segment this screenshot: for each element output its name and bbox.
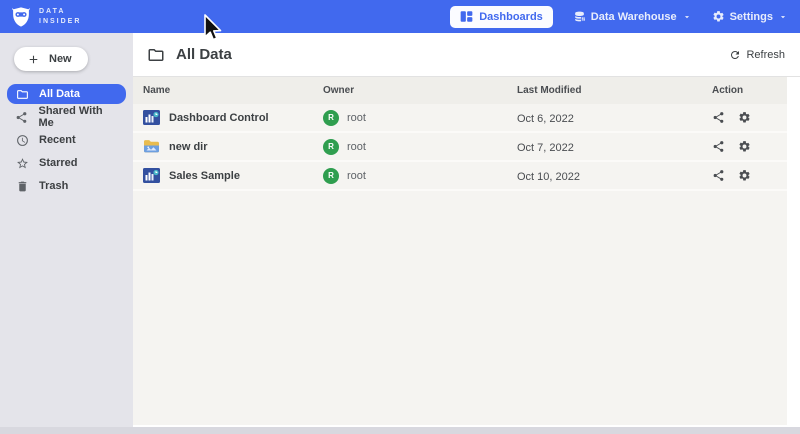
last-modified-date: Oct 7, 2022 <box>517 142 574 154</box>
data-warehouse-menu[interactable]: Data Warehouse <box>573 10 692 23</box>
sidebar-item-shared-with-me[interactable]: Shared With Me <box>7 107 126 127</box>
file-name: new dir <box>169 141 208 153</box>
sidebar-item-label: Starred <box>39 157 78 169</box>
owner-name: root <box>347 112 366 124</box>
data-warehouse-label: Data Warehouse <box>591 11 677 23</box>
window-bottom-edge <box>0 427 800 434</box>
last-modified-date: Oct 6, 2022 <box>517 113 574 125</box>
dashboards-button-label: Dashboards <box>479 11 543 23</box>
table-header-row: Name Owner Last Modified Action <box>133 77 787 104</box>
chevron-down-icon <box>682 12 692 22</box>
sidebar-item-label: Trash <box>39 180 68 192</box>
share-button[interactable] <box>712 111 725 124</box>
sidebar: New All Data Shared With Me Recent <box>0 33 133 427</box>
share-button[interactable] <box>712 169 725 182</box>
owner-avatar: R <box>323 139 339 155</box>
star-icon <box>15 156 29 170</box>
dashboards-button[interactable]: Dashboards <box>450 6 553 28</box>
sidebar-item-trash[interactable]: Trash <box>7 176 126 196</box>
file-name: Dashboard Control <box>169 112 269 124</box>
sidebar-item-label: All Data <box>39 88 80 100</box>
sidebar-item-recent[interactable]: Recent <box>7 130 126 150</box>
brand-logo: DATA INSIDER <box>10 6 81 28</box>
plus-icon <box>27 53 40 66</box>
refresh-button-label: Refresh <box>746 49 785 61</box>
dashboard-grid-icon <box>460 10 473 23</box>
refresh-icon <box>729 49 741 61</box>
sidebar-item-label: Recent <box>39 134 76 146</box>
folder-icon <box>15 87 29 101</box>
owner-name: root <box>347 170 366 182</box>
table-row[interactable]: Sales Sample R root Oct 10, 2022 <box>133 162 787 191</box>
trash-icon <box>15 179 29 193</box>
refresh-button[interactable]: Refresh <box>729 49 785 61</box>
database-icon <box>573 10 586 23</box>
owner-avatar: R <box>323 168 339 184</box>
last-modified-date: Oct 10, 2022 <box>517 171 580 183</box>
share-button[interactable] <box>712 140 725 153</box>
table-row[interactable]: new dir R root Oct 7, 2022 <box>133 133 787 162</box>
data-table: Name Owner Last Modified Action <box>133 77 787 425</box>
column-header-action: Action <box>712 85 787 96</box>
clock-icon <box>15 133 29 147</box>
chevron-down-icon <box>778 12 788 22</box>
folder-icon <box>147 46 165 64</box>
top-navbar: DATA INSIDER Dashboards <box>0 0 800 33</box>
owner-name: root <box>347 141 366 153</box>
gear-icon <box>712 10 725 23</box>
owl-logo-icon <box>10 6 32 28</box>
file-name: Sales Sample <box>169 170 240 182</box>
new-button-label: New <box>49 53 72 65</box>
settings-menu[interactable]: Settings <box>712 10 788 23</box>
brand-name: DATA INSIDER <box>39 7 81 26</box>
sidebar-item-starred[interactable]: Starred <box>7 153 126 173</box>
column-header-name: Name <box>133 85 323 96</box>
dashboard-file-icon <box>143 110 160 125</box>
new-button[interactable]: New <box>14 47 88 71</box>
folder-file-icon <box>143 139 160 154</box>
page-title: All Data <box>176 46 232 63</box>
row-settings-button[interactable] <box>738 140 751 153</box>
table-row[interactable]: Dashboard Control R root Oct 6, 2022 <box>133 104 787 133</box>
sidebar-item-all-data[interactable]: All Data <box>7 84 126 104</box>
dashboard-file-icon <box>143 168 160 183</box>
main-content: All Data Refresh Name Owner Last Modifie… <box>133 33 800 427</box>
share-icon <box>15 110 29 124</box>
sidebar-item-label: Shared With Me <box>39 105 119 129</box>
row-settings-button[interactable] <box>738 111 751 124</box>
settings-label: Settings <box>730 11 773 23</box>
main-header: All Data Refresh <box>133 33 800 77</box>
row-settings-button[interactable] <box>738 169 751 182</box>
column-header-last-modified: Last Modified <box>517 85 712 96</box>
column-header-owner: Owner <box>323 85 517 96</box>
owner-avatar: R <box>323 110 339 126</box>
